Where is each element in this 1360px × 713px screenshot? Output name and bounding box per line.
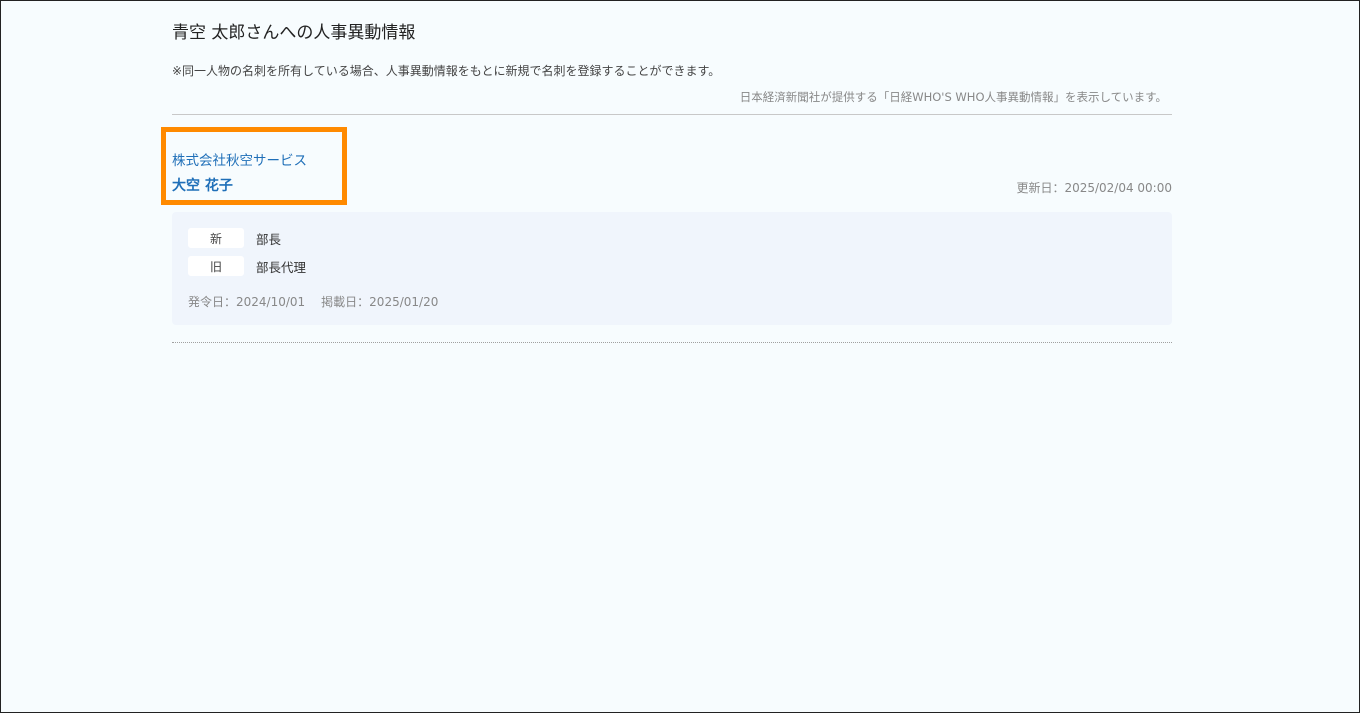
issued-date: 発令日：2024/10/01 <box>188 295 306 309</box>
entry-divider <box>172 342 1172 343</box>
new-position: 部長 <box>256 231 282 247</box>
person-name-link[interactable]: 大空 花子 <box>172 175 233 195</box>
new-tag: 新 <box>188 228 244 248</box>
company-link[interactable]: 株式会社秋空サービス <box>172 149 307 169</box>
updated-date: 更新日：2025/02/04 00:00 <box>1016 181 1172 195</box>
registration-note: ※同一人物の名刺を所有している場合、人事異動情報をもとに新規で名刺を登録すること… <box>172 64 721 78</box>
published-date: 掲載日：2025/01/20 <box>321 295 439 309</box>
new-position-row: 新 部長 <box>188 228 281 248</box>
old-position-row: 旧 部長代理 <box>188 256 306 276</box>
page-title: 青空 太郎さんへの人事異動情報 <box>172 23 416 43</box>
dates-line: 発令日：2024/10/01 掲載日：2025/01/20 <box>188 293 438 310</box>
old-tag: 旧 <box>188 256 244 276</box>
change-detail-card: 新 部長 旧 部長代理 発令日：2024/10/01 掲載日：2025/01/20 <box>172 212 1172 325</box>
data-source-note: 日本経済新聞社が提供する「日経WHO'S WHO人事異動情報」を表示しています。 <box>739 90 1167 104</box>
header-divider <box>172 114 1172 115</box>
old-position: 部長代理 <box>256 259 307 275</box>
